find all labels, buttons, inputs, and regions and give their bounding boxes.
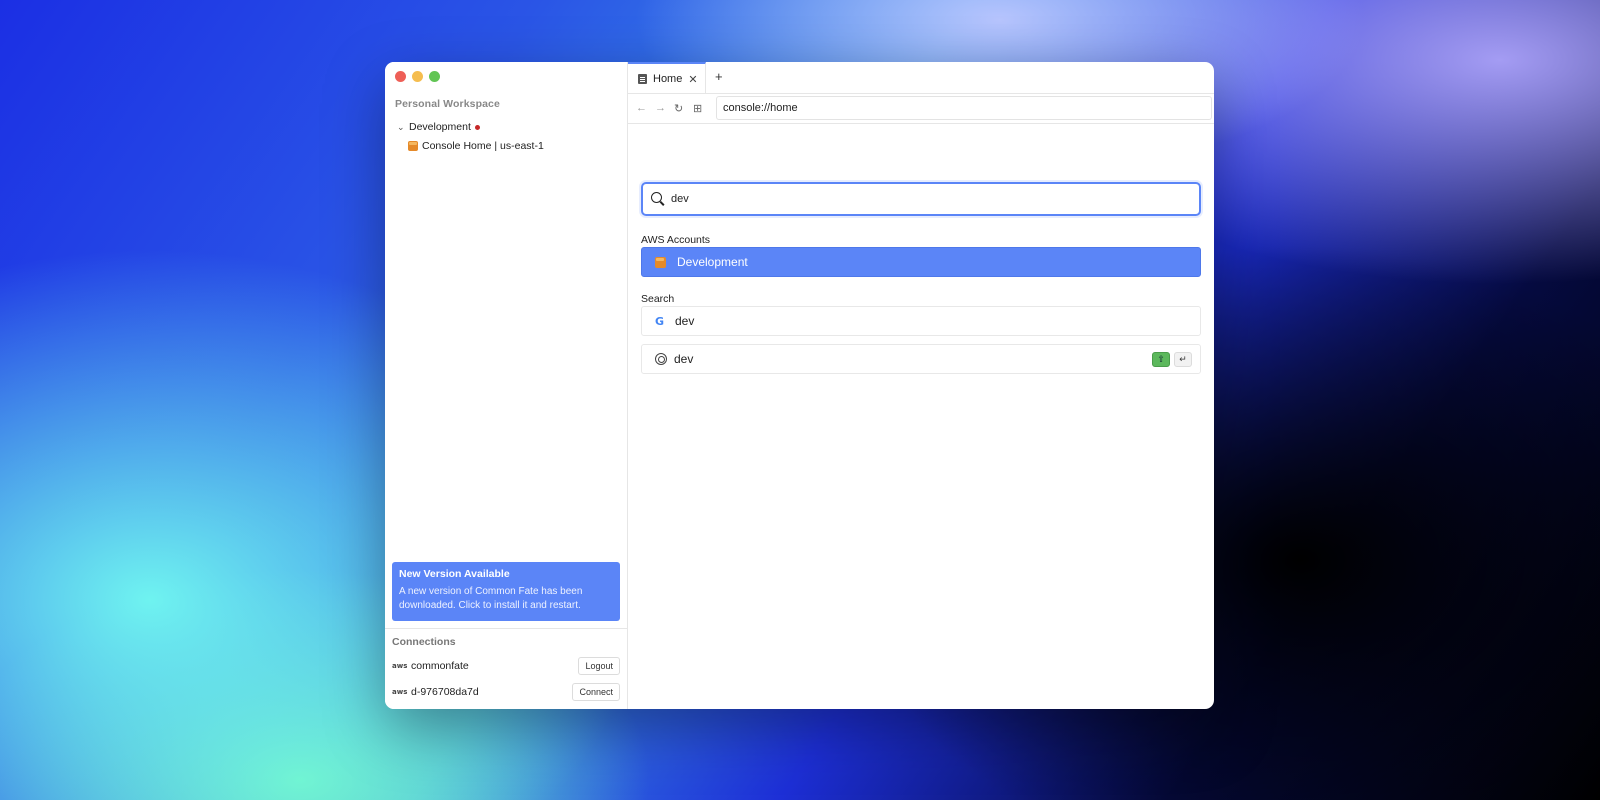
new-tab-button[interactable]: + <box>715 69 723 84</box>
connection-name: d-976708da7d <box>411 686 479 698</box>
chevron-down-icon[interactable]: ⌄ <box>397 122 407 133</box>
aws-icon: aws <box>392 688 408 696</box>
aws-icon: aws <box>392 662 408 670</box>
main-panel: Home ✕ + ← → ↻ ⊞ AWS Accounts Developmen… <box>628 62 1214 709</box>
document-icon <box>638 74 647 84</box>
enter-key-badge: ↵ <box>1174 352 1192 367</box>
close-icon[interactable]: ✕ <box>688 73 697 86</box>
result-chatgpt-search[interactable]: dev ⇧ ↵ <box>641 344 1201 374</box>
status-dot <box>474 124 480 130</box>
shortcut-keys: ⇧ ↵ <box>1152 352 1192 367</box>
tab-bar: Home ✕ + <box>628 62 1214 94</box>
workspace-title: Personal Workspace <box>395 98 500 110</box>
connection-name: commonfate <box>411 660 469 672</box>
connection-row: aws d-976708da7d Connect <box>392 683 620 701</box>
tab-home[interactable]: Home ✕ <box>628 62 706 94</box>
search-input[interactable] <box>671 193 1151 205</box>
search-box[interactable] <box>641 182 1201 216</box>
tab-label: Home <box>653 73 683 85</box>
update-notice-text: A new version of Common Fate has been do… <box>399 586 583 611</box>
url-input[interactable] <box>716 96 1212 120</box>
app-window: Personal Workspace ⌄ Development Console… <box>385 62 1214 709</box>
result-label: Development <box>677 255 748 269</box>
search-icon <box>651 192 665 206</box>
tree-item-console-home[interactable]: Console Home | us-east-1 <box>408 140 544 152</box>
tree-item-label: Console Home | us-east-1 <box>422 140 544 152</box>
result-google-search[interactable]: G dev <box>641 306 1201 336</box>
back-arrow-icon[interactable]: ← <box>636 102 647 114</box>
section-label-search: Search <box>641 293 675 305</box>
result-label: dev <box>674 352 694 366</box>
result-account-development[interactable]: Development <box>641 247 1201 277</box>
connect-button[interactable]: Connect <box>572 683 620 701</box>
result-label: dev <box>675 314 695 328</box>
window-controls <box>395 71 440 82</box>
divider <box>385 628 628 629</box>
shift-key-badge: ⇧ <box>1152 352 1170 367</box>
minimize-window-button[interactable] <box>412 71 423 82</box>
close-window-button[interactable] <box>395 71 406 82</box>
openai-icon <box>655 353 667 365</box>
package-icon <box>655 256 666 268</box>
update-notice-title: New Version Available <box>399 568 510 580</box>
connection-row: aws commonfate Logout <box>392 657 620 675</box>
update-notice[interactable]: New Version Available A new version of C… <box>392 562 620 621</box>
tree-group-development[interactable]: ⌄ Development <box>397 121 480 133</box>
tree-group-label: Development <box>409 121 471 133</box>
reload-icon[interactable]: ↻ <box>674 102 683 115</box>
section-label-aws-accounts: AWS Accounts <box>641 234 711 246</box>
zoom-window-button[interactable] <box>429 71 440 82</box>
forward-arrow-icon[interactable]: → <box>655 102 666 114</box>
sidebar: Personal Workspace ⌄ Development Console… <box>385 62 628 709</box>
logout-button[interactable]: Logout <box>578 657 620 675</box>
package-icon <box>408 141 418 151</box>
connections-title: Connections <box>392 636 456 648</box>
extension-icon[interactable]: ⊞ <box>693 102 702 115</box>
google-icon: G <box>655 314 665 328</box>
